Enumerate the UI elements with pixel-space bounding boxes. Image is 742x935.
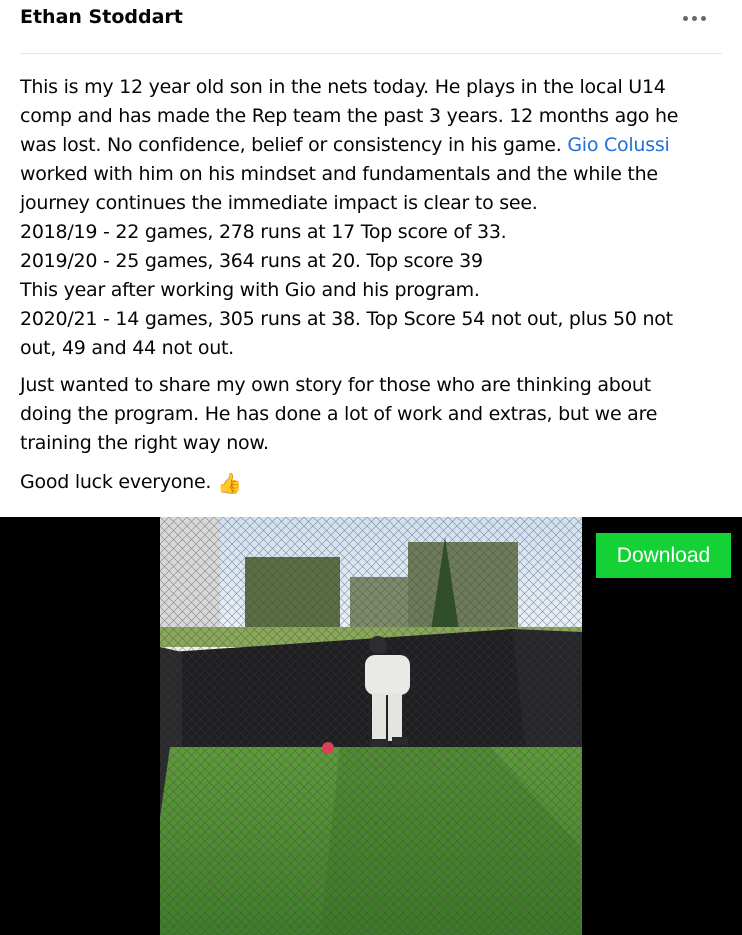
- video-container: Download: [0, 517, 742, 935]
- post-line: training the right way now.: [20, 432, 269, 454]
- header-divider: [20, 53, 722, 54]
- post-line: This is my 12 year old son in the nets t…: [20, 76, 666, 98]
- post-author-name[interactable]: Ethan Stoddart: [20, 6, 183, 28]
- post-line: out, 49 and 44 not out.: [20, 337, 234, 359]
- post-line: 2018/19 - 22 games, 278 runs at 17 Top s…: [20, 221, 507, 243]
- post-line: This year after working with Gio and his…: [20, 279, 480, 301]
- post-header: Ethan Stoddart: [0, 0, 742, 54]
- post-line: 2019/20 - 25 games, 364 runs at 20. Top …: [20, 250, 483, 272]
- post-line: 2020/21 - 14 games, 305 runs at 38. Top …: [20, 308, 673, 330]
- post-line: Just wanted to share my own story for th…: [20, 374, 651, 396]
- post-body: This is my 12 year old son in the nets t…: [20, 73, 732, 498]
- post-line: worked with him on his mindset and funda…: [20, 163, 658, 185]
- post-line: journey continues the immediate impact i…: [20, 192, 538, 214]
- thumbs-up-icon: 👍: [217, 471, 242, 495]
- post-line: Good luck everyone.: [20, 471, 212, 493]
- post-line: comp and has made the Rep team the past …: [20, 105, 679, 127]
- post-line: doing the program. He has done a lot of …: [20, 403, 658, 425]
- mention-link[interactable]: Gio Colussi: [567, 134, 669, 156]
- video-player[interactable]: [160, 517, 582, 935]
- more-options-icon[interactable]: [683, 16, 707, 24]
- download-button[interactable]: Download: [596, 533, 731, 578]
- post-line: was lost. No confidence, belief or consi…: [20, 134, 562, 156]
- post-paragraph-3: Good luck everyone. 👍: [20, 468, 732, 498]
- post-paragraph-2: Just wanted to share my own story for th…: [20, 371, 732, 458]
- video-frame-image: [160, 517, 582, 935]
- post-paragraph-1: This is my 12 year old son in the nets t…: [20, 73, 732, 363]
